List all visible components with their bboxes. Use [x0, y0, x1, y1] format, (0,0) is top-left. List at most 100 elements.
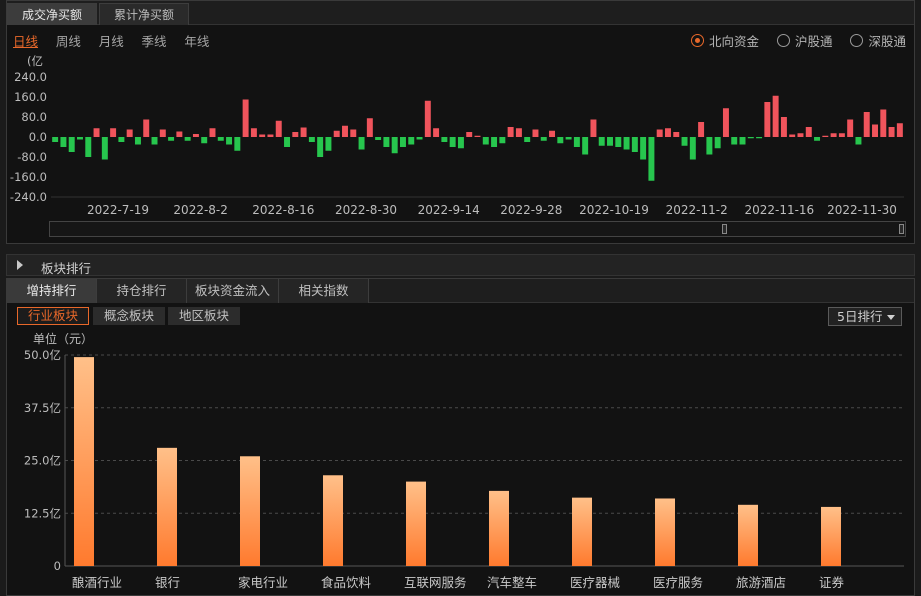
flow-bar	[656, 129, 663, 137]
flow-bar	[582, 137, 589, 155]
flow-bar	[457, 137, 464, 149]
flow-bar	[242, 99, 249, 137]
tab-daily-net-buy[interactable]: 成交净买额	[7, 3, 98, 25]
tab-holding-ranking[interactable]: 持仓排行	[97, 279, 187, 303]
category-label: 旅游酒店	[736, 575, 786, 590]
flow-bar	[673, 132, 680, 137]
y-tick-label: 80.0	[21, 110, 47, 124]
category-label: 证券	[819, 575, 845, 590]
expand-caret-icon[interactable]	[17, 260, 23, 270]
radio-shenzhen-connect[interactable]: 深股通	[850, 31, 906, 50]
flow-bar	[664, 128, 671, 137]
flow-bar	[648, 137, 655, 181]
flow-bar	[847, 119, 854, 137]
flow-bar	[391, 137, 398, 154]
segment-concept[interactable]: 概念板块	[93, 307, 166, 325]
sector-bar	[655, 498, 675, 566]
flow-bar	[267, 134, 274, 137]
radio-northbound[interactable]: 北向资金	[690, 31, 759, 50]
flow-bar	[515, 128, 522, 137]
flow-bar	[358, 137, 365, 150]
segment-region[interactable]: 地区板块	[168, 307, 241, 325]
radio-unchecked-icon	[776, 34, 790, 47]
flow-bar	[888, 127, 895, 137]
flow-bar	[540, 137, 547, 141]
x-tick-label: 2022-9-14	[418, 203, 480, 217]
x-tick-label: 2022-7-19	[87, 203, 149, 217]
flow-bar	[838, 133, 845, 137]
flow-bar	[491, 137, 498, 147]
flow-bar	[93, 128, 100, 137]
period-selector: 日线 周线 月线 季线 年线	[13, 31, 223, 49]
flow-bar	[85, 137, 92, 157]
flow-bar	[375, 137, 382, 140]
period-year[interactable]: 年线	[184, 31, 209, 50]
flow-bar	[623, 137, 630, 150]
flow-bar	[499, 137, 506, 144]
flow-bar	[151, 137, 158, 145]
flow-bar	[482, 137, 489, 145]
flow-bar	[615, 137, 622, 147]
range-handle-left[interactable]	[722, 224, 727, 234]
top-tabbar: 成交净买额 累计净买额	[7, 1, 914, 25]
flow-bar	[168, 137, 175, 141]
y-tick-label: 0	[54, 559, 61, 573]
tab-cumulative-net-buy[interactable]: 累计净买额	[99, 3, 190, 25]
tab-sector-inflow[interactable]: 板块资金流入	[187, 279, 279, 303]
x-tick-label: 2022-11-2	[666, 203, 728, 217]
flow-bar	[789, 134, 796, 137]
radio-unchecked-icon	[850, 34, 864, 47]
category-label: 医疗器械	[570, 575, 621, 590]
period-day[interactable]: 日线	[13, 31, 38, 50]
section-title: 板块排行	[41, 261, 92, 276]
x-tick-label: 2022-11-16	[744, 203, 814, 217]
sector-ranking-header[interactable]: 板块排行	[6, 254, 915, 276]
period-month[interactable]: 月线	[99, 31, 124, 50]
x-tick-label: 2022-10-19	[579, 203, 649, 217]
flow-bar	[739, 137, 746, 145]
flow-bar	[209, 128, 216, 137]
segment-industry[interactable]: 行业板块	[17, 307, 90, 325]
tab-related-index[interactable]: 相关指数	[279, 279, 369, 303]
net-buy-panel: 成交净买额 累计净买额 日线 周线 月线 季线 年线 北向资金 沪股通 深股通 …	[6, 0, 915, 244]
flow-bar	[631, 137, 638, 152]
y-tick-label: 37.5亿	[24, 401, 61, 415]
radio-shanghai-connect[interactable]: 沪股通	[776, 31, 833, 50]
flow-bar	[598, 137, 605, 146]
flow-bar	[408, 137, 415, 145]
flow-bar	[532, 129, 539, 137]
flow-bar	[226, 137, 233, 145]
radio-label: 沪股通	[794, 34, 833, 49]
y-tick-label: -240.0	[10, 190, 47, 204]
range-handle-right[interactable]	[899, 224, 904, 234]
flow-bar	[317, 137, 324, 157]
flow-bar	[764, 102, 771, 137]
category-label: 酿酒行业	[72, 575, 122, 590]
category-label: 食品饮料	[321, 575, 372, 590]
y-tick-label: 12.5亿	[24, 506, 61, 520]
sector-bar	[157, 447, 177, 566]
flow-bar	[52, 137, 59, 142]
flow-bar	[466, 132, 473, 137]
period-quarter[interactable]: 季线	[142, 31, 167, 50]
flow-bar	[706, 137, 713, 155]
period-week[interactable]: 周线	[56, 31, 81, 50]
flow-bar	[474, 135, 481, 137]
flow-bar	[110, 128, 117, 137]
y-tick-label: 160.0	[14, 90, 47, 104]
flow-bar	[118, 137, 125, 142]
flow-bar	[275, 120, 282, 137]
flow-bar	[176, 131, 183, 137]
flow-bar	[681, 137, 688, 146]
sort-dropdown[interactable]: 5日排行	[828, 307, 902, 326]
flow-bar	[814, 137, 821, 141]
daily-flow-chart: (亿 240.0 160.0 80.0 0.0 -80.0 -160.0 -240.0 2022…	[10, 54, 904, 217]
chart-range-scrollbar[interactable]	[49, 221, 906, 237]
y-tick-label: 50.0亿	[24, 348, 61, 362]
category-label: 银行	[155, 575, 180, 590]
sector-bar	[240, 456, 260, 566]
tab-increase-ranking[interactable]: 增持排行	[7, 279, 97, 303]
flow-bar	[896, 123, 903, 137]
flow-bar	[68, 137, 75, 152]
y-tick-label: -80.0	[17, 150, 47, 164]
